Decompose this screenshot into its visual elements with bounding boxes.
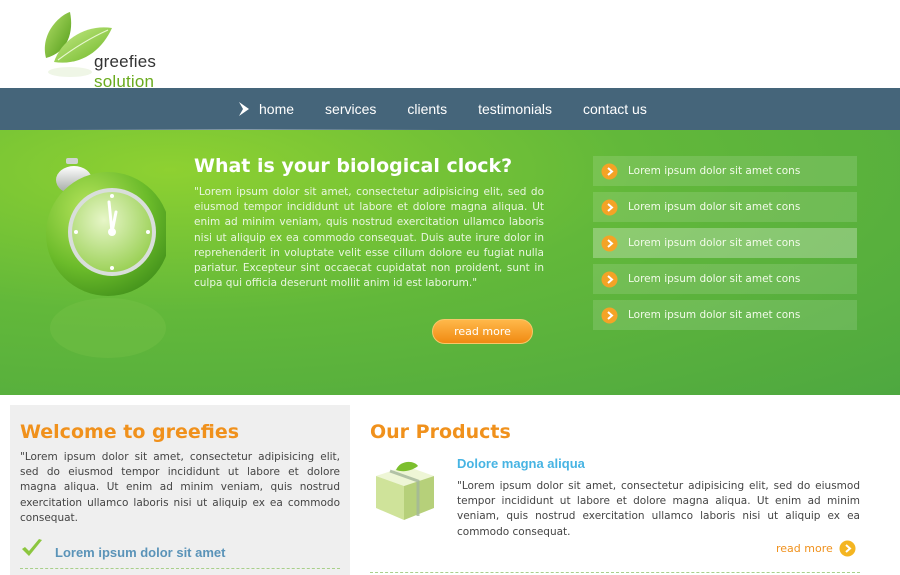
hero-list-item[interactable]: Lorem ipsum dolor sit amet cons	[593, 192, 857, 222]
header: greefies solution	[0, 0, 900, 91]
products-title: Our Products	[370, 421, 511, 443]
read-more-label: read more	[776, 542, 833, 555]
bullet-arrow-icon	[601, 163, 618, 179]
bullet-arrow-icon	[601, 235, 618, 251]
welcome-panel: Welcome to greefies "Lorem ipsum dolor s…	[10, 405, 350, 575]
welcome-text: "Lorem ipsum dolor sit amet, consectetur…	[20, 451, 340, 524]
main-nav: home services clients testimonials conta…	[0, 88, 900, 130]
hero-text: "Lorem ipsum dolor sit amet, consectetur…	[194, 186, 544, 290]
nav-item-clients[interactable]: clients	[407, 101, 447, 117]
bullet-arrow-icon	[839, 540, 856, 557]
bullet-arrow-icon	[601, 307, 618, 323]
product-box-icon[interactable]	[370, 458, 440, 524]
hero-list-label: Lorem ipsum dolor sit amet cons	[628, 237, 801, 249]
product-name[interactable]: Dolore magna aliqua	[457, 456, 585, 471]
welcome-title: Welcome to greefies	[20, 421, 240, 443]
logo[interactable]: greefies solution	[40, 10, 220, 91]
arrow-right-icon	[239, 102, 249, 116]
hero-list-item[interactable]: Lorem ipsum dolor sit amet cons	[593, 228, 857, 258]
logo-text-main: greefies	[94, 52, 157, 71]
nav-item-home[interactable]: home	[259, 101, 294, 117]
hero-list-label: Lorem ipsum dolor sit amet cons	[628, 309, 801, 321]
hero-title: What is your biological clock?	[194, 155, 513, 177]
logo-text: greefies solution	[94, 52, 220, 92]
check-icon	[22, 539, 42, 556]
hero-list-label: Lorem ipsum dolor sit amet cons	[628, 273, 801, 285]
nav-item-testimonials[interactable]: testimonials	[478, 101, 552, 117]
product-text: "Lorem ipsum dolor sit amet, consectetur…	[457, 480, 860, 538]
hero-link-list: Lorem ipsum dolor sit amet cons Lorem ip…	[593, 156, 857, 336]
bullet-arrow-icon	[601, 199, 618, 215]
welcome-link[interactable]: Lorem ipsum dolor sit amet	[55, 545, 225, 560]
divider	[370, 572, 860, 573]
bullet-arrow-icon	[601, 271, 618, 287]
hero-list-label: Lorem ipsum dolor sit amet cons	[628, 201, 801, 213]
hero-list-item[interactable]: Lorem ipsum dolor sit amet cons	[593, 156, 857, 186]
hero-list-label: Lorem ipsum dolor sit amet cons	[628, 165, 801, 177]
nav-menu: home services clients testimonials conta…	[237, 88, 678, 130]
nav-item-contact-us[interactable]: contact us	[583, 101, 647, 117]
hero-list-item[interactable]: Lorem ipsum dolor sit amet cons	[593, 264, 857, 294]
divider	[20, 568, 340, 569]
nav-item-services[interactable]: services	[325, 101, 376, 117]
hero-banner: What is your biological clock? "Lorem ip…	[0, 130, 900, 395]
hero-list-item[interactable]: Lorem ipsum dolor sit amet cons	[593, 300, 857, 330]
product-read-more-link[interactable]: read more	[776, 540, 856, 557]
alarm-clock-icon	[46, 158, 166, 358]
hero-read-more-button[interactable]: read more	[432, 319, 533, 344]
